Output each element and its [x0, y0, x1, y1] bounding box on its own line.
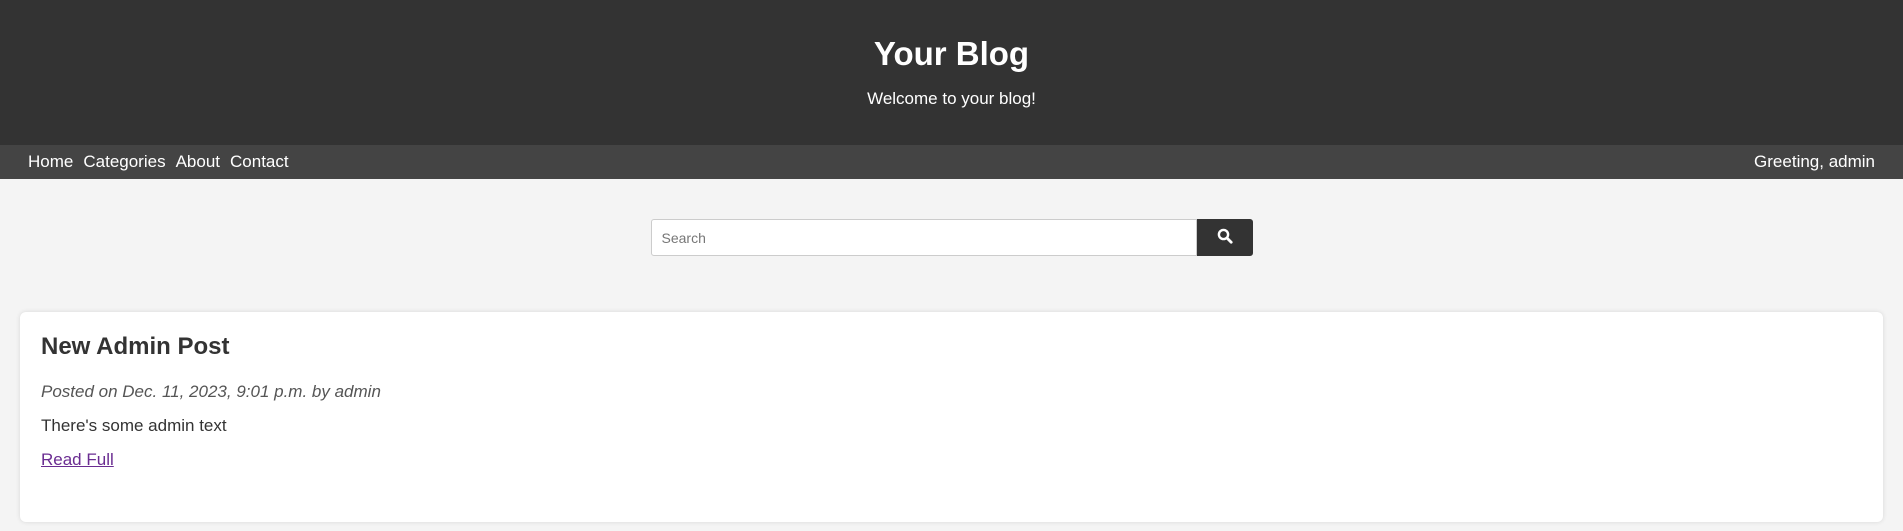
site-tagline: Welcome to your blog! — [867, 89, 1036, 108]
search-icon — [1217, 228, 1233, 247]
navbar: Home Categories About Contact Greeting, … — [0, 145, 1903, 179]
site-title: Your Blog — [873, 35, 1030, 72]
site-header: Your Blog Welcome to your blog! — [0, 0, 1903, 145]
post-excerpt: There's some admin text — [41, 416, 227, 435]
nav-link-contact[interactable]: Contact — [230, 152, 289, 172]
nav-links: Home Categories About Contact — [28, 152, 289, 172]
post-meta: Posted on Dec. 11, 2023, 9:01 p.m. by ad… — [41, 382, 381, 401]
search-form — [0, 219, 1903, 256]
user-greeting: Greeting, admin — [1754, 152, 1875, 171]
nav-link-about[interactable]: About — [176, 152, 220, 172]
nav-link-home[interactable]: Home — [28, 152, 73, 172]
search-input[interactable] — [650, 219, 1197, 256]
read-full-link[interactable]: Read Full — [41, 450, 114, 470]
post-card: New Admin Post Posted on Dec. 11, 2023, … — [20, 312, 1883, 522]
nav-link-categories[interactable]: Categories — [83, 152, 165, 172]
search-button[interactable] — [1196, 219, 1253, 256]
post-title: New Admin Post — [41, 333, 230, 360]
